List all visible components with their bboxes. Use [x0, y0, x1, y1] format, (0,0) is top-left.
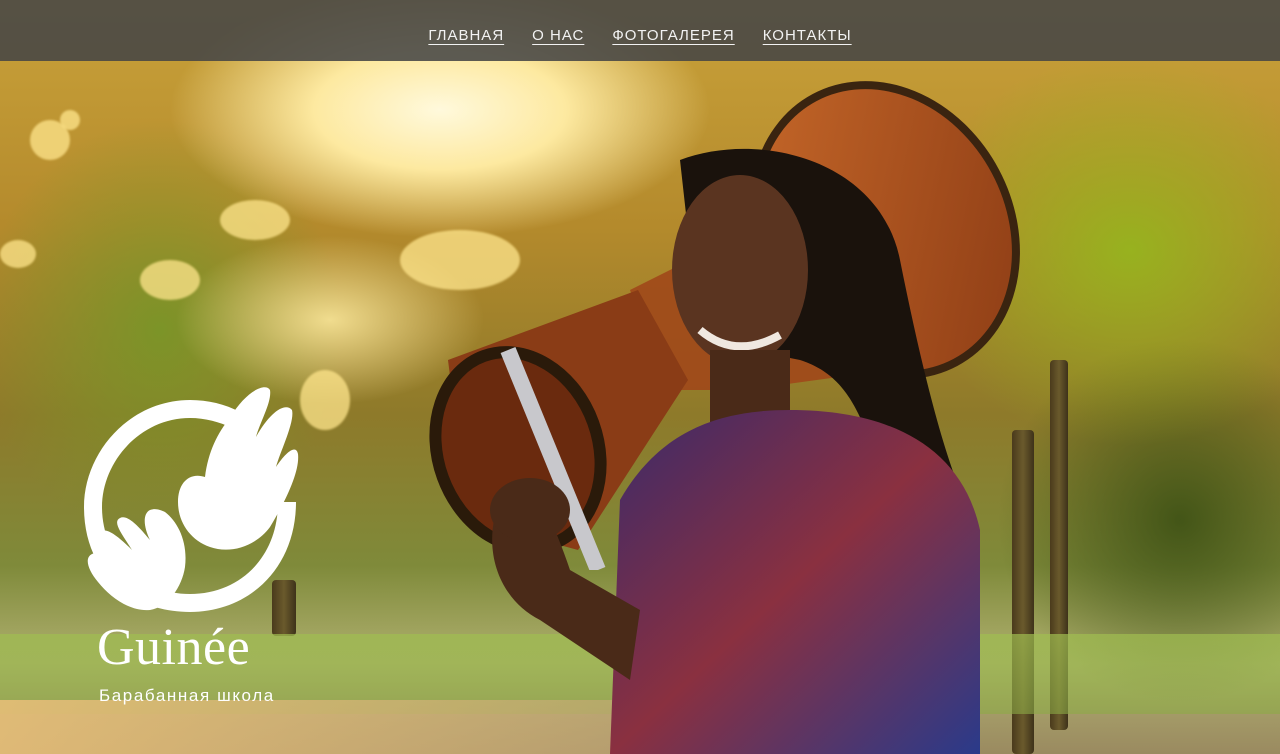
top-navigation: ГЛАВНАЯ О НАС ФОТОГАЛЕРЕЯ КОНТАКТЫ: [0, 0, 1280, 61]
brand-name: Guinée: [97, 619, 251, 676]
bokeh-light: [60, 110, 80, 130]
bokeh-light: [0, 240, 36, 268]
nav-link-about[interactable]: О НАС: [532, 17, 584, 44]
bokeh-light: [140, 260, 200, 300]
bokeh-light: [300, 370, 350, 430]
nav-link-home[interactable]: ГЛАВНАЯ: [428, 17, 504, 44]
nav-link-contacts[interactable]: КОНТАКТЫ: [763, 17, 852, 44]
bokeh-light: [220, 200, 290, 240]
nav-link-gallery[interactable]: ФОТОГАЛЕРЕЯ: [612, 17, 734, 44]
drummer-figure: [490, 148, 980, 754]
brand-tagline: Барабанная школа: [99, 686, 275, 705]
